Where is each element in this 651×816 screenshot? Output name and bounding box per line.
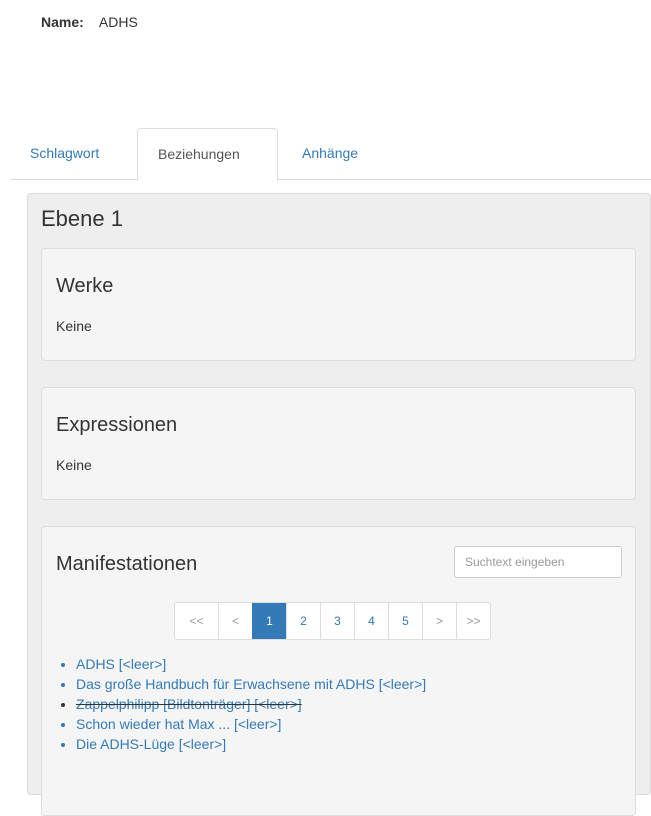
werke-empty-text: Keine [56, 318, 92, 334]
tab-beziehungen[interactable]: Beziehungen [137, 128, 278, 181]
tab-schlagwort[interactable]: Schlagwort [10, 128, 136, 180]
list-item: Das große Handbuch für Erwachsene mit AD… [76, 674, 426, 694]
list-item: Zappelphilipp [Bildtonträger] [<leer>] [76, 694, 426, 714]
manifestation-link[interactable]: Schon wieder hat Max ... [<leer>] [76, 716, 281, 732]
ebene-title: Ebene 1 [41, 206, 123, 231]
page-first-button[interactable]: << [175, 603, 218, 639]
page-4-button[interactable]: 4 [354, 603, 388, 639]
tab-bar: Schlagwort Beziehungen Anhänge [10, 128, 651, 181]
expressionen-panel: Expressionen Keine [41, 387, 636, 500]
manifestation-link[interactable]: Die ADHS-Lüge [<leer>] [76, 736, 226, 752]
page-next-button[interactable]: > [422, 603, 456, 639]
name-value: ADHS [98, 14, 138, 30]
ebene-panel: Ebene 1 Werke Keine Expressionen Keine M… [27, 193, 651, 816]
page-2-button[interactable]: 2 [286, 603, 320, 639]
search-input[interactable] [454, 546, 622, 578]
name-line: Name: ADHS [41, 14, 138, 30]
list-item: Die ADHS-Lüge [<leer>] [76, 734, 426, 754]
page-last-button[interactable]: >> [456, 603, 490, 639]
page-5-button[interactable]: 5 [388, 603, 422, 639]
manifestationen-panel: Manifestationen << < 1 2 3 4 5 > >> ADHS… [41, 526, 636, 816]
manifestation-link[interactable]: ADHS [<leer>] [76, 656, 166, 672]
manifestationen-title: Manifestationen [56, 553, 198, 575]
pagination: << < 1 2 3 4 5 > >> [174, 602, 491, 640]
expressionen-title: Expressionen [56, 414, 178, 436]
page-3-button[interactable]: 3 [320, 603, 354, 639]
page-prev-button[interactable]: < [218, 603, 252, 639]
werke-title: Werke [56, 275, 114, 297]
manifestationen-list: ADHS [<leer>] Das große Handbuch für Erw… [42, 654, 426, 754]
name-label: Name: [41, 14, 84, 30]
list-item: Schon wieder hat Max ... [<leer>] [76, 714, 426, 734]
werke-panel: Werke Keine [41, 248, 636, 361]
tab-anhaenge[interactable]: Anhänge [282, 128, 392, 180]
list-item: ADHS [<leer>] [76, 654, 426, 674]
page-1-button[interactable]: 1 [252, 603, 286, 639]
manifestation-link[interactable]: Zappelphilipp [Bildtonträger] [<leer>] [76, 696, 302, 712]
expressionen-empty-text: Keine [56, 457, 92, 473]
manifestation-link[interactable]: Das große Handbuch für Erwachsene mit AD… [76, 676, 426, 692]
